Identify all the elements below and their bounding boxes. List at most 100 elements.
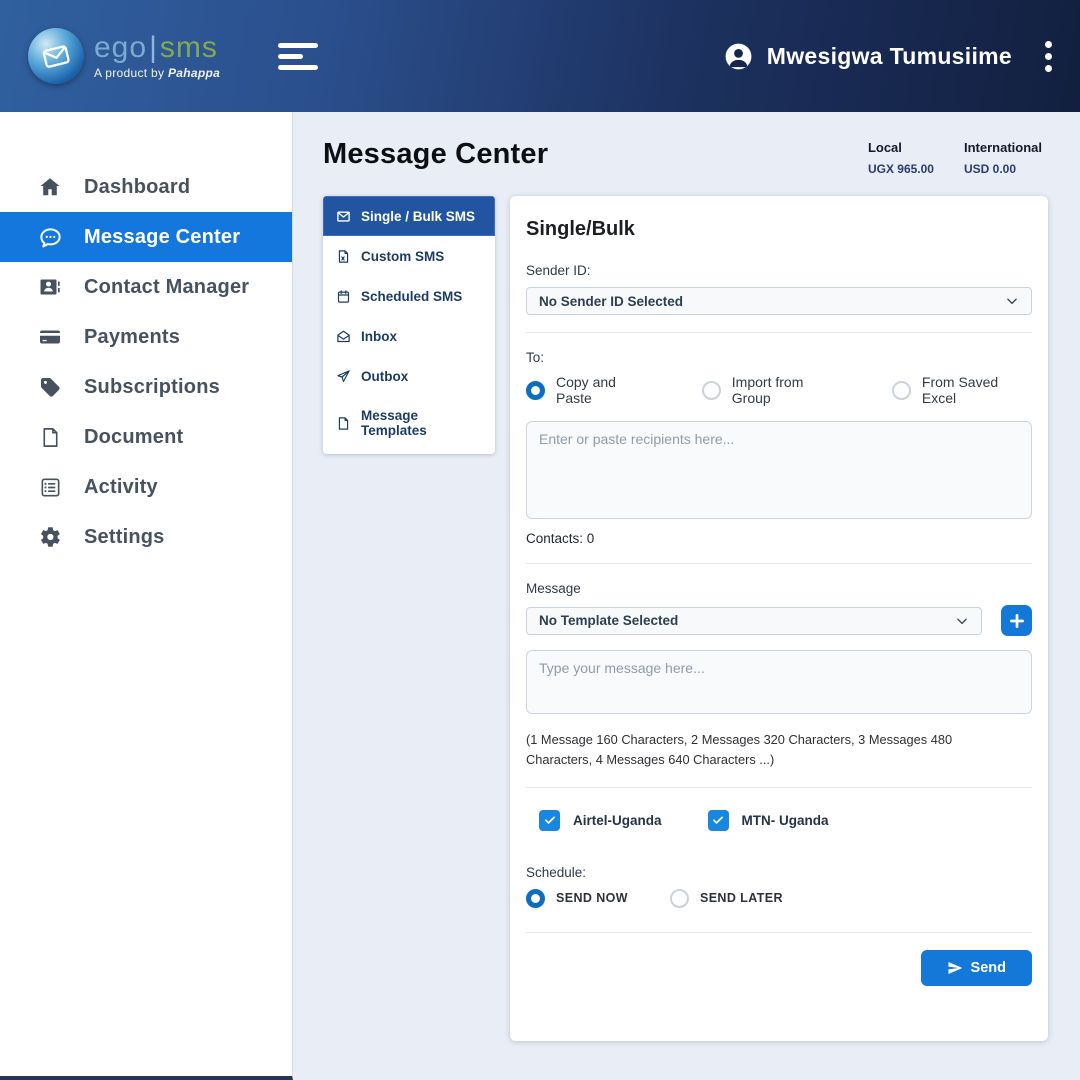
radio-label: Import from Group: [732, 374, 842, 406]
form-heading: Single/Bulk: [526, 218, 1032, 241]
radio-label: SEND LATER: [700, 891, 783, 905]
message-label: Message: [526, 581, 1032, 596]
subnav-menu: Single / Bulk SMS Custom SMS Scheduled S…: [323, 196, 495, 454]
sender-id-select[interactable]: No Sender ID Selected: [526, 287, 1032, 315]
top-header: ego|sms A product by Pahappa Mwesigwa T: [0, 0, 1080, 112]
brand-separator: |: [149, 31, 158, 64]
subnav-item-inbox[interactable]: Inbox: [323, 316, 495, 356]
sidebar-item-label: Contact Manager: [84, 276, 249, 299]
chat-dots-icon: [37, 224, 63, 250]
sidebar-item-label: Payments: [84, 326, 180, 349]
sidebar-item-dashboard[interactable]: Dashboard: [0, 162, 292, 212]
calendar-icon: [335, 288, 351, 304]
radio-from-saved-excel[interactable]: From Saved Excel: [892, 374, 1032, 406]
user-name[interactable]: Mwesigwa Tumusiime: [767, 43, 1012, 70]
brand-sphere-icon: [28, 28, 84, 84]
subnav-item-label: Inbox: [361, 329, 397, 344]
subnav-item-scheduled-sms[interactable]: Scheduled SMS: [323, 276, 495, 316]
file-icon: [335, 415, 351, 431]
user-avatar-icon: [723, 41, 754, 72]
checkbox-checked-icon: [539, 810, 560, 831]
send-button-label: Send: [971, 960, 1006, 976]
brand-name: ego|sms: [94, 33, 220, 63]
subnav-item-outbox[interactable]: Outbox: [323, 356, 495, 396]
contacts-count: Contacts: 0: [526, 531, 1032, 546]
subnav-item-single-bulk-sms[interactable]: Single / Bulk SMS: [323, 196, 495, 236]
checkbox-mtn-uganda[interactable]: MTN- Uganda: [708, 810, 829, 831]
contact-card-icon: [37, 274, 63, 300]
radio-dot: [526, 381, 545, 400]
brand-logo: ego|sms A product by Pahappa: [28, 28, 220, 84]
balances: Local UGX 965.00 International USD 0.00: [868, 140, 1042, 176]
sidebar-item-contact-manager[interactable]: Contact Manager: [0, 262, 292, 312]
plus-icon: [1008, 612, 1026, 630]
content-row: Single / Bulk SMS Custom SMS Scheduled S…: [323, 196, 1048, 1041]
hamburger-menu-icon[interactable]: [278, 43, 318, 70]
sidebar-item-label: Subscriptions: [84, 376, 220, 399]
home-icon: [37, 174, 63, 200]
sidebar-item-label: Activity: [84, 476, 158, 499]
sidebar-item-settings[interactable]: Settings: [0, 512, 292, 562]
radio-import-from-group[interactable]: Import from Group: [702, 374, 842, 406]
brand-tagline: A product by Pahappa: [94, 66, 220, 80]
template-row: No Template Selected: [526, 605, 1032, 636]
radio-dot: [526, 889, 545, 908]
subnav-item-label: Single / Bulk SMS: [361, 209, 475, 224]
single-bulk-form-card: Single/Bulk Sender ID: No Sender ID Sele…: [510, 196, 1048, 1041]
brand-name-primary: ego: [94, 31, 147, 64]
sender-id-value: No Sender ID Selected: [539, 294, 683, 309]
radio-send-now[interactable]: SEND NOW: [526, 889, 628, 908]
sidebar-item-activity[interactable]: Activity: [0, 462, 292, 512]
subnav-item-label: Custom SMS: [361, 249, 444, 264]
title-row: Message Center Local UGX 965.00 Internat…: [323, 138, 1048, 176]
send-button[interactable]: Send: [921, 950, 1032, 986]
checkbox-checked-icon: [708, 810, 729, 831]
schedule-radios: SEND NOW SEND LATER: [526, 889, 1032, 908]
subnav-item-label: Scheduled SMS: [361, 289, 462, 304]
balance-international-label: International: [964, 140, 1042, 155]
radio-copy-and-paste[interactable]: Copy and Paste: [526, 374, 652, 406]
sidebar-item-document[interactable]: Document: [0, 412, 292, 462]
divider: [526, 787, 1032, 788]
page-body: Dashboard Message Center Contact Manager…: [0, 112, 1080, 1080]
tagline-brand: Pahappa: [168, 66, 220, 80]
divider: [526, 932, 1032, 933]
network-checkboxes: Airtel-Uganda MTN- Uganda: [526, 810, 1032, 831]
recipient-source-radios: Copy and Paste Import from Group From Sa…: [526, 374, 1032, 406]
main-content: Message Center Local UGX 965.00 Internat…: [293, 112, 1080, 1080]
brand-name-secondary: sms: [160, 31, 218, 64]
subnav-item-label: Message Templates: [361, 408, 483, 438]
kebab-menu-icon[interactable]: [1045, 41, 1052, 72]
recipients-textarea[interactable]: [526, 421, 1032, 519]
radio-send-later[interactable]: SEND LATER: [670, 889, 783, 908]
template-select[interactable]: No Template Selected: [526, 607, 982, 635]
tag-icon: [37, 374, 63, 400]
radio-label: Copy and Paste: [556, 374, 652, 406]
sidebar-item-label: Message Center: [84, 226, 240, 249]
envelope-open-icon: [335, 328, 351, 344]
to-label: To:: [526, 350, 1032, 365]
send-row: Send: [526, 950, 1032, 986]
character-info: (1 Message 160 Characters, 2 Messages 32…: [526, 730, 1017, 770]
message-textarea[interactable]: [526, 650, 1032, 714]
sender-id-label: Sender ID:: [526, 263, 1032, 278]
sidebar-item-label: Dashboard: [84, 176, 190, 199]
sidebar-item-payments[interactable]: Payments: [0, 312, 292, 362]
app-root: ego|sms A product by Pahappa Mwesigwa T: [0, 0, 1080, 1080]
balance-international: International USD 0.00: [964, 140, 1042, 176]
envelope-icon: [335, 208, 351, 224]
template-value: No Template Selected: [539, 613, 678, 628]
divider: [526, 563, 1032, 564]
send-plane-icon: [947, 960, 963, 976]
sidebar-item-subscriptions[interactable]: Subscriptions: [0, 362, 292, 412]
subnav-item-message-templates[interactable]: Message Templates: [323, 396, 495, 450]
subnav-item-custom-sms[interactable]: Custom SMS: [323, 236, 495, 276]
sidebar: Dashboard Message Center Contact Manager…: [0, 112, 293, 1080]
schedule-label: Schedule:: [526, 865, 1032, 880]
sidebar-item-message-center[interactable]: Message Center: [0, 212, 292, 262]
radio-label: SEND NOW: [556, 891, 628, 905]
add-template-button[interactable]: [1001, 605, 1032, 636]
gear-icon: [37, 524, 63, 550]
checkbox-airtel-uganda[interactable]: Airtel-Uganda: [539, 810, 662, 831]
checkbox-label: MTN- Uganda: [742, 813, 829, 828]
